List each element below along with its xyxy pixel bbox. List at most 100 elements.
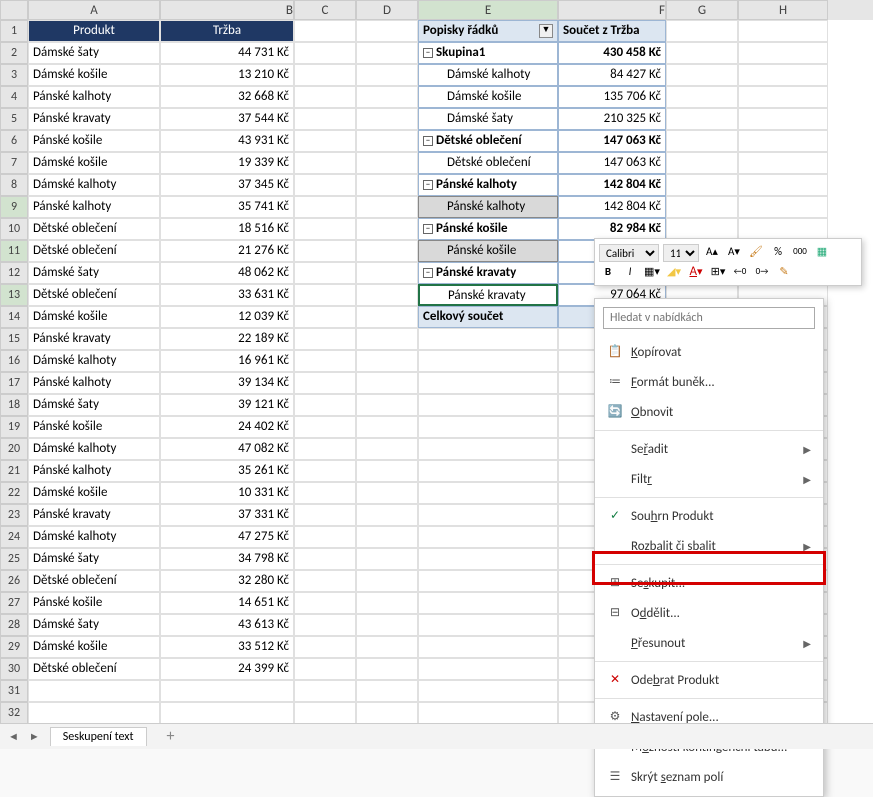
cell[interactable]: 33 512 Kč <box>160 636 294 658</box>
cell[interactable] <box>418 350 558 372</box>
cell[interactable]: Pánské kalhoty <box>28 372 160 394</box>
cell[interactable]: 147 063 Kč <box>558 152 666 174</box>
cell[interactable] <box>294 416 356 438</box>
cell[interactable]: 24 399 Kč <box>160 658 294 680</box>
cell[interactable] <box>356 438 418 460</box>
cell[interactable]: Dámské košile <box>28 306 160 328</box>
cell[interactable] <box>738 130 828 152</box>
cell[interactable] <box>28 702 160 724</box>
cell[interactable] <box>738 42 828 64</box>
row-header-9[interactable]: 9 <box>0 196 28 218</box>
col-header-G[interactable]: G <box>666 0 738 20</box>
cell[interactable] <box>294 460 356 482</box>
cell[interactable] <box>738 152 828 174</box>
percent-icon[interactable]: % <box>769 244 787 262</box>
cell[interactable] <box>294 614 356 636</box>
cell[interactable] <box>356 64 418 86</box>
tab-nav-next-icon[interactable]: ► <box>29 730 40 743</box>
cell[interactable]: Dámské kalhoty <box>28 526 160 548</box>
cell[interactable]: Dámské šaty <box>28 614 160 636</box>
cell[interactable] <box>294 108 356 130</box>
cell[interactable]: 35 261 Kč <box>160 460 294 482</box>
cell[interactable] <box>294 548 356 570</box>
menu-item-kop-rovat[interactable]: 📋Kopírovat <box>595 337 823 367</box>
cell[interactable] <box>294 636 356 658</box>
tab-nav-prev-icon[interactable]: ◄ <box>8 730 19 743</box>
cell[interactable] <box>294 174 356 196</box>
cell[interactable]: Dámské šaty <box>28 42 160 64</box>
cell[interactable] <box>160 702 294 724</box>
cell[interactable]: 13 210 Kč <box>160 64 294 86</box>
cell[interactable] <box>666 42 738 64</box>
menu-item-p-esunout[interactable]: Přesunout▶ <box>595 628 823 658</box>
cell[interactable] <box>418 328 558 350</box>
cell[interactable] <box>294 42 356 64</box>
cell[interactable]: 37 544 Kč <box>160 108 294 130</box>
cell[interactable] <box>418 482 558 504</box>
cell[interactable]: 18 516 Kč <box>160 218 294 240</box>
cell[interactable]: Dětské oblečení <box>28 284 160 306</box>
cell[interactable]: Dámské šaty <box>418 108 558 130</box>
cell[interactable] <box>418 504 558 526</box>
collapse-icon[interactable]: − <box>423 136 433 146</box>
cell[interactable] <box>418 438 558 460</box>
cell[interactable] <box>738 174 828 196</box>
cell[interactable]: 10 331 Kč <box>160 482 294 504</box>
cell[interactable]: 37 345 Kč <box>160 174 294 196</box>
menu-item-rozbalit-i-sbalit[interactable]: Rozbalit či sbalit▶ <box>595 531 823 561</box>
cell[interactable]: 47 275 Kč <box>160 526 294 548</box>
cell[interactable] <box>294 240 356 262</box>
menu-search-input[interactable] <box>603 307 815 329</box>
cell[interactable] <box>356 482 418 504</box>
comma-icon[interactable]: 000 <box>791 244 809 262</box>
cell[interactable] <box>294 328 356 350</box>
decrease-decimal-icon[interactable]: ←0 <box>731 264 749 282</box>
cell[interactable] <box>356 262 418 284</box>
cell[interactable] <box>666 86 738 108</box>
cell[interactable]: 84 427 Kč <box>558 64 666 86</box>
row-header-19[interactable]: 19 <box>0 416 28 438</box>
cell[interactable] <box>356 460 418 482</box>
cell[interactable] <box>356 196 418 218</box>
row-header-30[interactable]: 30 <box>0 658 28 680</box>
cell[interactable]: Součet z Tržba <box>558 20 666 42</box>
cell[interactable] <box>294 570 356 592</box>
cell[interactable] <box>294 658 356 680</box>
cell[interactable]: −Dětské oblečení <box>418 130 558 152</box>
font-select[interactable]: Calibri <box>599 244 659 262</box>
row-header-12[interactable]: 12 <box>0 262 28 284</box>
row-header-5[interactable]: 5 <box>0 108 28 130</box>
cell[interactable]: 33 631 Kč <box>160 284 294 306</box>
cell[interactable] <box>666 64 738 86</box>
row-header-13[interactable]: 13 <box>0 284 28 306</box>
bold-button[interactable]: B <box>599 264 617 282</box>
cell[interactable]: 142 804 Kč <box>558 174 666 196</box>
cell[interactable]: Dětské oblečení <box>28 240 160 262</box>
cell[interactable]: 34 798 Kč <box>160 548 294 570</box>
cell[interactable] <box>356 592 418 614</box>
cell[interactable] <box>418 592 558 614</box>
cell[interactable] <box>666 218 738 240</box>
cell[interactable] <box>294 394 356 416</box>
add-sheet-button[interactable]: + <box>157 727 185 746</box>
cell[interactable]: −Skupina1 <box>418 42 558 64</box>
cell[interactable] <box>418 394 558 416</box>
cell[interactable]: 19 339 Kč <box>160 152 294 174</box>
cell[interactable]: 43 931 Kč <box>160 130 294 152</box>
collapse-icon[interactable]: − <box>423 224 433 234</box>
cell[interactable]: −Pánské košile <box>418 218 558 240</box>
cell[interactable] <box>356 86 418 108</box>
cell[interactable] <box>738 108 828 130</box>
cell[interactable] <box>356 306 418 328</box>
cell[interactable] <box>418 460 558 482</box>
row-header-6[interactable]: 6 <box>0 130 28 152</box>
cell[interactable] <box>418 680 558 702</box>
cell[interactable] <box>356 702 418 724</box>
cell[interactable] <box>418 526 558 548</box>
cell[interactable]: Dámské šaty <box>28 394 160 416</box>
cell[interactable] <box>294 592 356 614</box>
row-header-24[interactable]: 24 <box>0 526 28 548</box>
cell[interactable] <box>356 636 418 658</box>
cell[interactable] <box>356 328 418 350</box>
cell[interactable] <box>418 372 558 394</box>
